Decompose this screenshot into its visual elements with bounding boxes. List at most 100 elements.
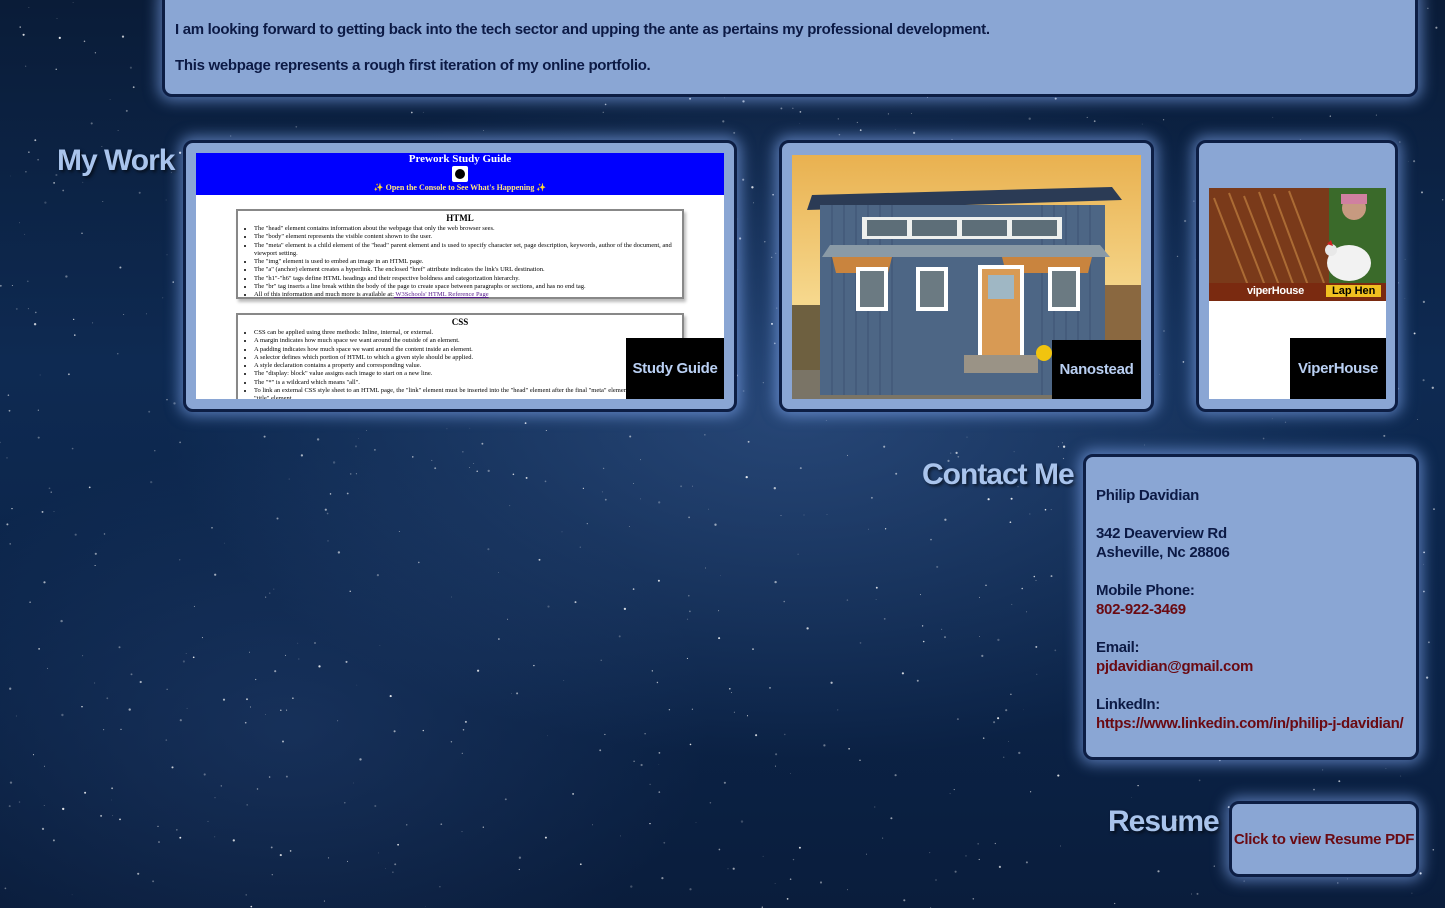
star <box>274 670 277 673</box>
star <box>1144 444 1145 446</box>
star <box>789 878 792 880</box>
star <box>746 715 749 717</box>
my-work-heading: My Work <box>57 144 175 177</box>
star <box>44 201 47 204</box>
star <box>847 889 848 891</box>
star <box>723 781 726 784</box>
star <box>705 567 707 569</box>
contact-address-line-1: 342 Deaverview Rd <box>1096 525 1227 542</box>
star <box>146 313 148 315</box>
star <box>165 739 168 741</box>
star <box>1338 780 1341 783</box>
star <box>956 718 959 721</box>
star <box>102 200 104 202</box>
star <box>1413 160 1416 163</box>
star <box>73 318 75 321</box>
star <box>345 660 348 663</box>
star <box>1011 603 1013 605</box>
star <box>192 656 195 659</box>
star <box>0 441 1 444</box>
star <box>930 538 932 541</box>
star <box>740 820 744 823</box>
star <box>48 487 51 490</box>
star <box>922 640 925 643</box>
star <box>128 708 131 711</box>
project-card-study-guide[interactable]: Prework Study Guide ✨ Open the Console t… <box>183 140 737 412</box>
star <box>273 588 275 590</box>
star <box>883 445 886 448</box>
star <box>1057 774 1060 777</box>
star <box>1157 870 1160 873</box>
star <box>663 841 666 844</box>
email-link[interactable]: pjdavidian@gmail.com <box>1096 657 1406 676</box>
star <box>297 642 299 644</box>
star <box>1375 114 1377 116</box>
css-list-item: A margin indicates how much space we wan… <box>254 337 682 345</box>
phone-link[interactable]: 802-922-3469 <box>1096 600 1406 619</box>
star <box>630 885 633 888</box>
star <box>84 791 87 794</box>
star <box>246 804 248 806</box>
star <box>186 707 188 709</box>
star <box>592 824 593 826</box>
star <box>604 498 607 501</box>
star <box>7 394 10 396</box>
star <box>792 858 795 861</box>
star <box>255 678 257 681</box>
star <box>544 480 547 483</box>
star <box>1141 123 1143 125</box>
w3schools-link[interactable]: W3Schools' HTML Reference Page <box>394 291 488 298</box>
star <box>285 775 288 778</box>
star <box>949 793 951 795</box>
project-caption-nanostead[interactable]: Nanostead <box>1052 340 1141 399</box>
star <box>344 802 346 804</box>
star <box>9 543 12 545</box>
star <box>742 178 745 181</box>
star <box>639 498 641 500</box>
star <box>154 450 156 452</box>
html-list-item: All of this information and much more is… <box>254 291 682 299</box>
star <box>1050 509 1052 511</box>
css-card-list: CSS can be applied using three methods: … <box>238 329 682 399</box>
star <box>1009 521 1012 524</box>
star <box>117 130 119 132</box>
star <box>295 125 298 128</box>
star <box>244 721 247 724</box>
star <box>714 523 717 526</box>
star <box>586 523 588 525</box>
html-card-heading: HTML <box>446 213 474 223</box>
star <box>978 858 980 861</box>
project-card-nanostead[interactable]: Nanostead <box>779 140 1154 412</box>
star <box>894 129 896 130</box>
star <box>9 781 13 784</box>
star <box>883 618 886 620</box>
project-caption-viperhouse[interactable]: ViperHouse <box>1290 338 1386 399</box>
star <box>545 429 547 432</box>
star <box>544 836 547 839</box>
project-card-viperhouse[interactable]: viperHouse Lap Hen ViperHouse <box>1196 140 1398 412</box>
star <box>276 517 279 520</box>
star <box>56 18 58 19</box>
star <box>561 531 563 533</box>
resume-link[interactable]: Click to view Resume PDF <box>1234 830 1415 849</box>
star <box>921 625 924 627</box>
project-caption-study-guide[interactable]: Study Guide <box>626 338 724 399</box>
star <box>936 565 939 568</box>
star <box>178 151 182 154</box>
star <box>727 868 729 870</box>
about-section: I am looking forward to getting back int… <box>162 0 1418 97</box>
star <box>230 135 232 137</box>
star <box>25 170 27 173</box>
star <box>894 774 897 777</box>
star <box>389 695 392 698</box>
star <box>329 493 332 495</box>
star <box>203 773 206 776</box>
star <box>783 600 785 603</box>
nanostead-photo[interactable]: Nanostead <box>792 155 1141 399</box>
star <box>349 590 351 592</box>
star <box>1196 892 1199 895</box>
study-guide-screenshot[interactable]: Prework Study Guide ✨ Open the Console t… <box>196 153 724 399</box>
star <box>324 508 327 511</box>
linkedin-link[interactable]: https://www.linkedin.com/in/philip-j-dav… <box>1096 714 1406 733</box>
viperhouse-image[interactable]: viperHouse Lap Hen ViperHouse <box>1209 188 1386 399</box>
